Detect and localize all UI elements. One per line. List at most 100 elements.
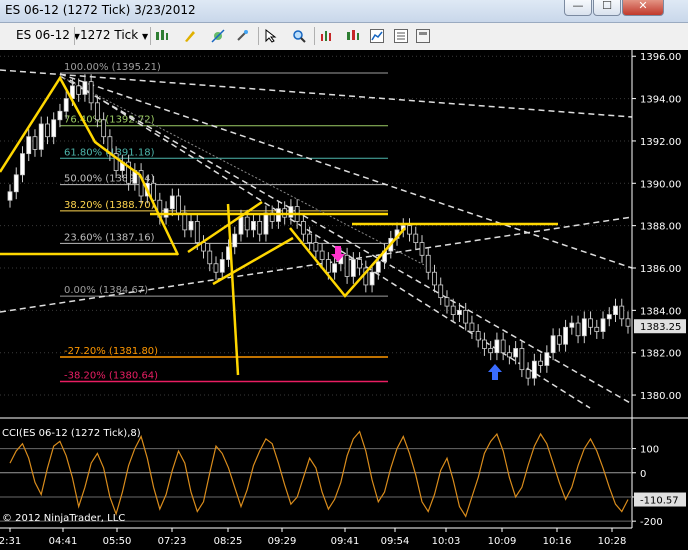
strategies-icon[interactable] (346, 29, 360, 43)
bar-type-icon[interactable] (155, 29, 169, 43)
candle-body (575, 322, 581, 337)
price-tick-label: 1396.00 (640, 52, 681, 63)
candle-body (488, 348, 494, 354)
close-button[interactable]: ✕ (622, 0, 664, 16)
candle-body (26, 136, 32, 155)
candle-body (606, 314, 612, 320)
price-chart[interactable]: 100.00% (1395.21)76.40% (1392.72)61.80% … (0, 50, 688, 550)
candle-body (32, 136, 38, 150)
instrument-selector[interactable]: ES 06-12 ▼ (16, 28, 80, 42)
price-tick-label: 1380.00 (640, 391, 681, 402)
fib-level-label: 100.00% (1395.21) (64, 62, 161, 73)
candle-body (350, 259, 356, 277)
cci-title: CCI(ES 06-12 (1272 Tick),8) (2, 428, 141, 439)
candle-body (463, 309, 469, 324)
candle-body (251, 221, 256, 231)
indicators-icon[interactable] (320, 29, 334, 43)
candle-body (288, 206, 294, 218)
pointer-icon[interactable] (264, 29, 278, 43)
candle-body (419, 242, 425, 256)
candle-body (344, 254, 350, 277)
fib-level-label: -27.20% (1381.80) (64, 346, 158, 357)
chart-toolbar: ES 06-12 ▼ 1272 Tick ▼ (0, 23, 688, 51)
candle-body (506, 352, 512, 358)
toolbar-divider (314, 27, 315, 45)
candle-body (500, 339, 506, 354)
candle-body (313, 242, 319, 252)
chevron-down-icon: ▼ (142, 32, 149, 41)
candle-body (513, 348, 519, 358)
candle-body (82, 81, 88, 95)
candle-body (207, 250, 213, 265)
candle-body (482, 339, 487, 349)
price-tick-label: 1386.00 (640, 264, 681, 275)
candle-body (425, 254, 431, 273)
interval-selector[interactable]: 1272 Tick ▼ (80, 28, 148, 42)
candle-body (257, 221, 263, 235)
link-icon[interactable] (235, 29, 249, 43)
chart-data-icon[interactable] (370, 29, 384, 43)
candle-body (319, 250, 325, 260)
candle-body (219, 259, 225, 273)
candle-body (569, 322, 575, 328)
time-tick-label: 05:50 (103, 536, 132, 547)
candle-body (307, 233, 313, 243)
candle-body (613, 305, 618, 315)
candle-body (525, 369, 531, 379)
candle-body (581, 318, 587, 337)
time-tick-label: 09:29 (268, 536, 297, 547)
window-title: ES 06-12 (1272 Tick) 3/23/2012 (5, 3, 196, 17)
draw-pencil-icon[interactable] (183, 29, 197, 43)
candle-body (88, 81, 94, 104)
price-tick-label: 1388.00 (640, 222, 681, 233)
candle-body (432, 271, 437, 286)
draw-tool-icon[interactable] (211, 29, 225, 43)
candle-body (194, 221, 200, 243)
candle-body (169, 195, 175, 210)
time-tick-label: 10:28 (598, 536, 627, 547)
candle-body (244, 216, 250, 231)
cci-tick-label: -200 (640, 517, 663, 528)
cci-tick-label: 100 (640, 445, 659, 456)
toolbar-divider (150, 27, 151, 45)
candle-body (625, 318, 631, 327)
fib-level-label: 23.60% (1387.16) (64, 232, 155, 243)
toolbar-divider (74, 27, 75, 45)
time-tick-label: 07:23 (158, 536, 187, 547)
candle-body (357, 259, 362, 269)
candle-body (263, 212, 269, 235)
candle-body (213, 263, 219, 273)
candle-body (101, 119, 107, 138)
window-menu-icon[interactable] (416, 29, 430, 43)
candle-body (300, 221, 306, 235)
zoom-icon[interactable] (292, 29, 306, 43)
candle-body (188, 221, 194, 231)
properties-icon[interactable] (394, 29, 408, 43)
candle-body (550, 335, 556, 354)
minimize-button[interactable]: — (564, 0, 592, 16)
candle-body (151, 182, 156, 201)
fib-level-label: -38.20% (1380.64) (64, 371, 158, 382)
price-tick-label: 1390.00 (640, 179, 681, 190)
candle-body (438, 284, 444, 299)
time-tick-label: 09:54 (381, 536, 410, 547)
price-tick-label: 1392.00 (640, 137, 681, 148)
price-tick-label: 1382.00 (640, 349, 681, 360)
candle-body (519, 348, 525, 371)
candle-body (469, 322, 475, 332)
candle-body (594, 326, 600, 332)
candle-body (457, 309, 462, 315)
interval-label: 1272 Tick (80, 28, 139, 42)
candle-body (176, 195, 181, 214)
candle-body (475, 331, 481, 341)
candle-body (588, 318, 593, 328)
maximize-button[interactable]: ☐ (593, 0, 621, 16)
candle-body (76, 85, 82, 95)
candle-body (13, 174, 19, 193)
candle-body (538, 360, 544, 366)
time-tick-label: 2:31 (0, 536, 21, 547)
candle-body (51, 119, 57, 138)
cci-current-label: -110.57 (640, 496, 679, 507)
candle-body (413, 233, 419, 243)
instrument-label: ES 06-12 (16, 28, 70, 42)
